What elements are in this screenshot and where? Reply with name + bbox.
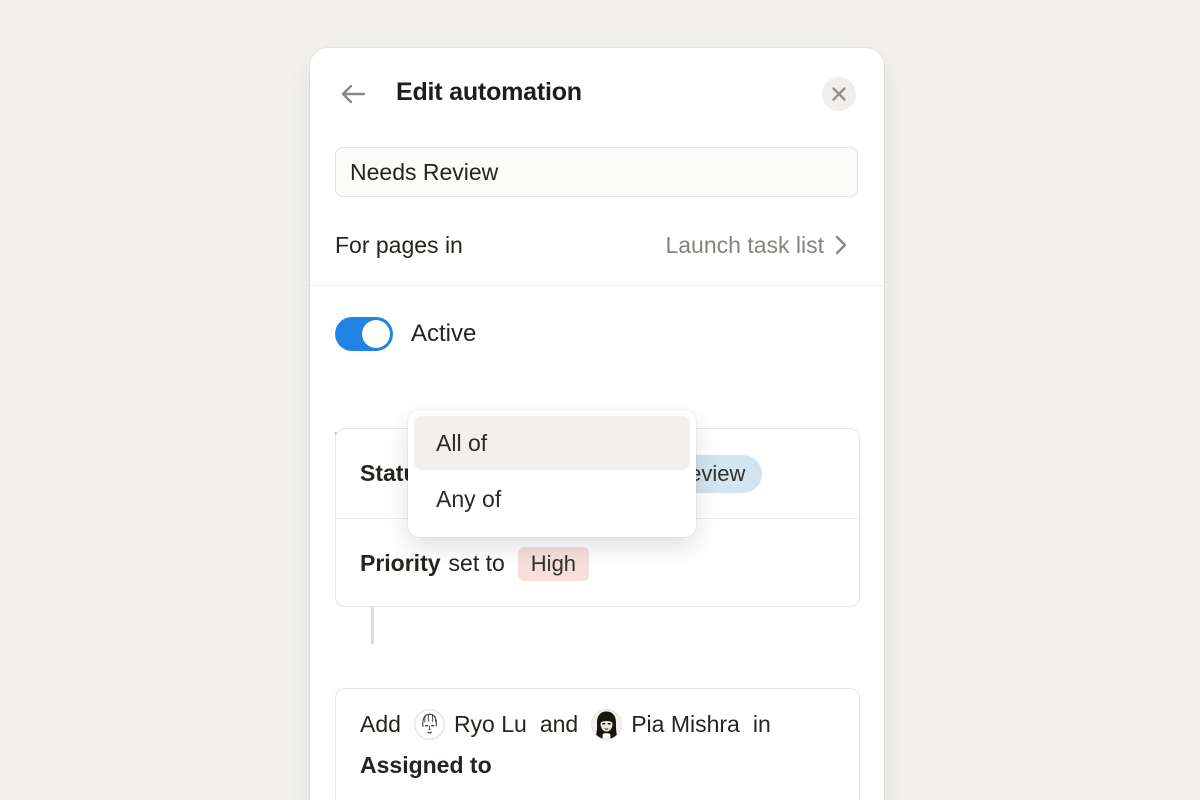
toggle-knob: [362, 320, 390, 348]
x-icon: [831, 86, 847, 102]
arrow-left-icon: [338, 80, 368, 108]
ryo-lu-avatar-icon: [414, 709, 445, 740]
action-conjunction: and: [540, 711, 578, 738]
avatar: [414, 709, 445, 740]
dialog-title: Edit automation: [396, 78, 582, 107]
action-verb: Add: [360, 711, 401, 738]
active-label: Active: [411, 320, 476, 348]
flow-connector-line: [371, 607, 374, 644]
active-toggle[interactable]: [335, 317, 393, 351]
scope-row: For pages in Launch task list: [335, 230, 848, 260]
action-property: Assigned to: [360, 752, 492, 779]
person-name: Ryo Lu: [454, 711, 527, 738]
divider: [310, 285, 884, 286]
action-box[interactable]: Add Ryo Lu and: [335, 688, 860, 800]
menu-item-any-of[interactable]: Any of: [414, 470, 690, 529]
menu-item-all-of[interactable]: All of: [414, 416, 690, 470]
back-button[interactable]: [338, 80, 368, 108]
avatar: [591, 709, 622, 740]
person-ryo-lu: Ryo Lu: [414, 709, 527, 740]
action-sentence: Add Ryo Lu and: [360, 709, 835, 779]
close-button[interactable]: [822, 77, 856, 111]
active-row: Active: [335, 317, 476, 351]
person-pia-mishra: Pia Mishra: [591, 709, 740, 740]
operator-menu: All of Any of: [408, 410, 696, 537]
scope-label: For pages in: [335, 232, 463, 259]
automation-name-input[interactable]: [335, 147, 858, 197]
condition-property: Priority: [360, 550, 441, 577]
condition-verb: set to: [449, 550, 505, 577]
scope-value: Launch task list: [665, 232, 824, 259]
person-name: Pia Mishra: [631, 711, 740, 738]
edit-automation-dialog: Edit automation For pages in Launch task…: [310, 48, 884, 800]
pia-mishra-avatar-icon: [591, 709, 622, 740]
action-preposition: in: [753, 711, 771, 738]
scope-selector[interactable]: Launch task list: [665, 232, 848, 259]
chevron-right-icon: [834, 234, 848, 256]
priority-tag[interactable]: High: [518, 547, 589, 581]
